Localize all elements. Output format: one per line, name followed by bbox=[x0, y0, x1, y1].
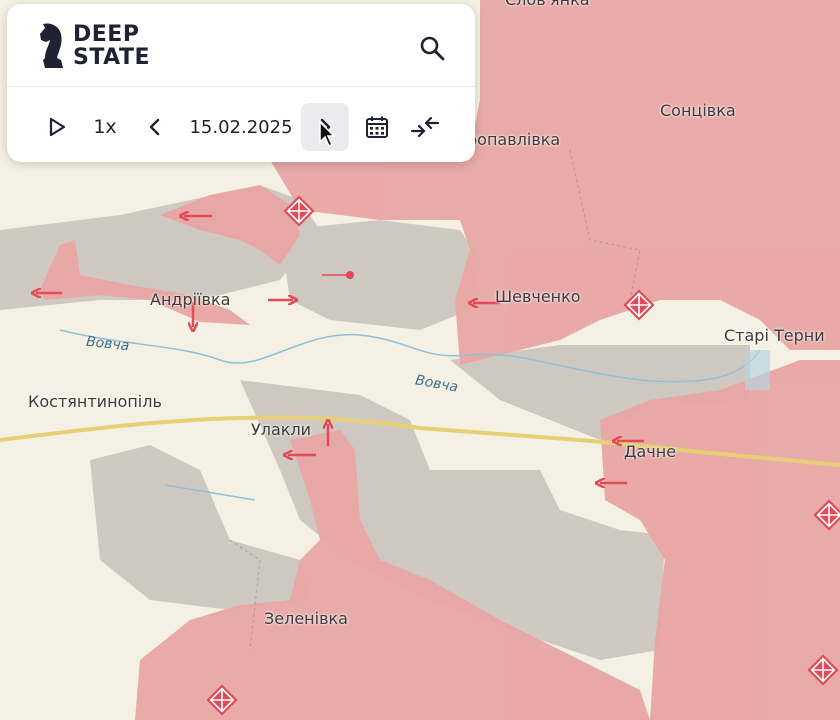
top-panel: DEEP STATE 1x 15.02.2025 bbox=[7, 4, 475, 162]
place-label-ulakly: Улакли bbox=[251, 420, 312, 439]
logo[interactable]: DEEP STATE bbox=[37, 18, 150, 74]
play-button[interactable] bbox=[37, 103, 77, 151]
divider bbox=[7, 86, 475, 87]
cursor-icon bbox=[319, 120, 336, 148]
calendar-button[interactable] bbox=[357, 103, 397, 151]
place-label-shevchenko: Шевченко bbox=[495, 287, 581, 306]
place-label-dachne: Дачне bbox=[624, 442, 677, 461]
place-label-andriivka: Андріївка bbox=[150, 290, 231, 309]
logo-text-line2: STATE bbox=[73, 45, 150, 70]
place-label-top-cut: Слов'янка bbox=[505, 0, 590, 9]
place-label-zelenivka: Зеленівка bbox=[264, 609, 348, 628]
current-date[interactable]: 15.02.2025 bbox=[185, 103, 297, 151]
play-icon bbox=[49, 117, 66, 137]
place-label-sontsivka: Сонцівка bbox=[660, 101, 736, 120]
compare-icon bbox=[410, 116, 440, 138]
logo-text-line1: DEEP bbox=[73, 22, 140, 47]
place-label-kostiantynopil: Костянтинопіль bbox=[28, 392, 162, 411]
place-label-stari-terny: Старі Терни bbox=[724, 326, 825, 345]
speed-button[interactable]: 1x bbox=[87, 103, 123, 151]
place-label-petropavlivka: ропавлівка bbox=[467, 130, 561, 149]
prev-date-button[interactable] bbox=[135, 103, 175, 151]
calendar-icon bbox=[366, 116, 388, 138]
chevron-left-icon bbox=[149, 118, 160, 136]
search-button[interactable] bbox=[412, 28, 452, 68]
compare-button[interactable] bbox=[405, 103, 445, 151]
search-icon bbox=[420, 36, 445, 61]
knight-logo-icon bbox=[40, 23, 63, 68]
